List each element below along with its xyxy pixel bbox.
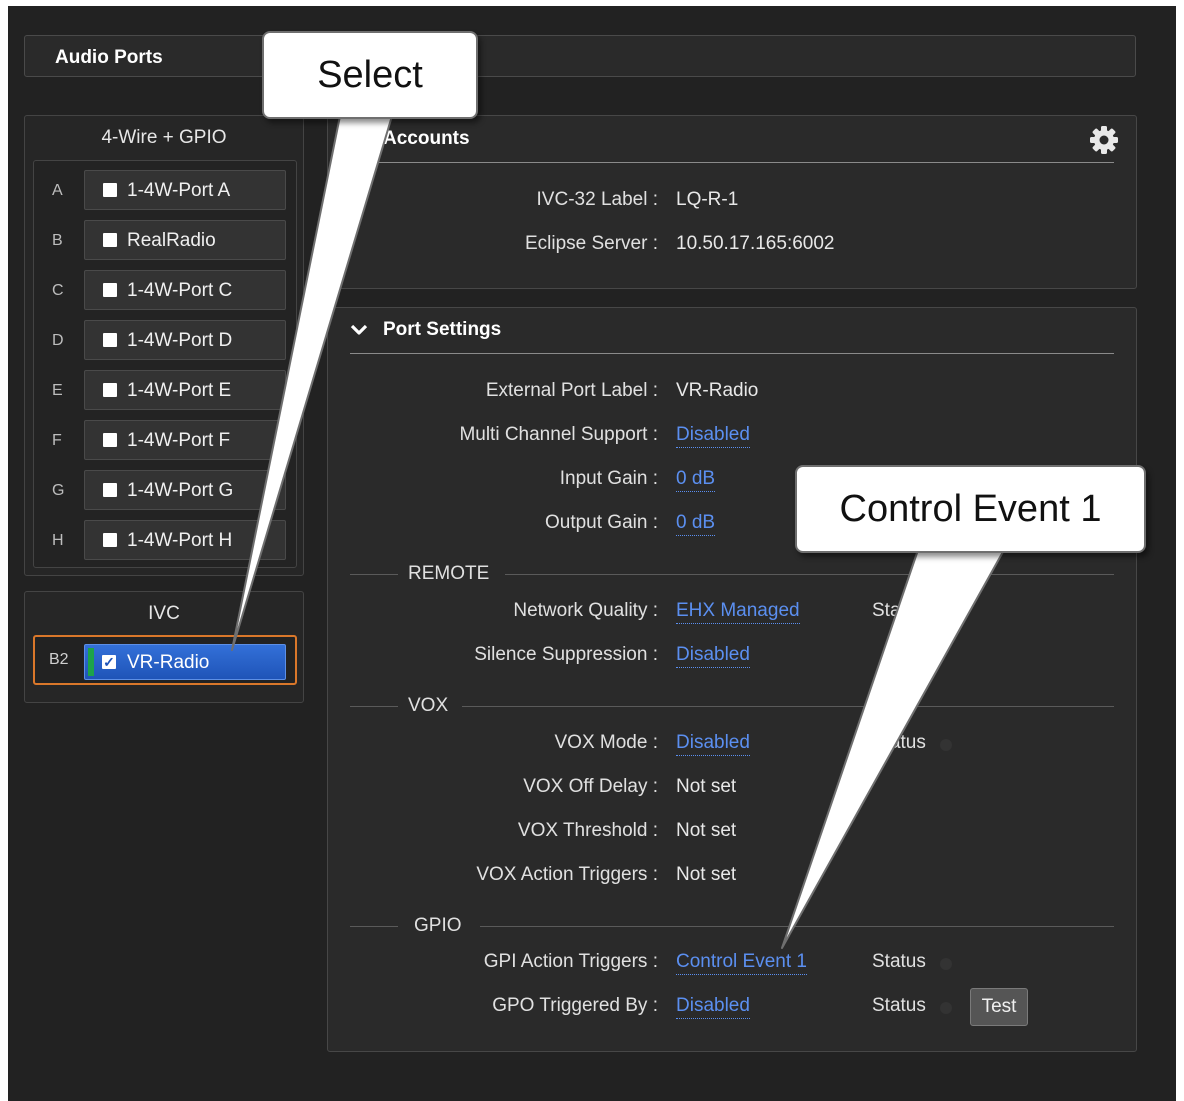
control-event-callout: Control Event 1 xyxy=(795,465,1146,553)
select-callout: Select xyxy=(262,31,478,119)
